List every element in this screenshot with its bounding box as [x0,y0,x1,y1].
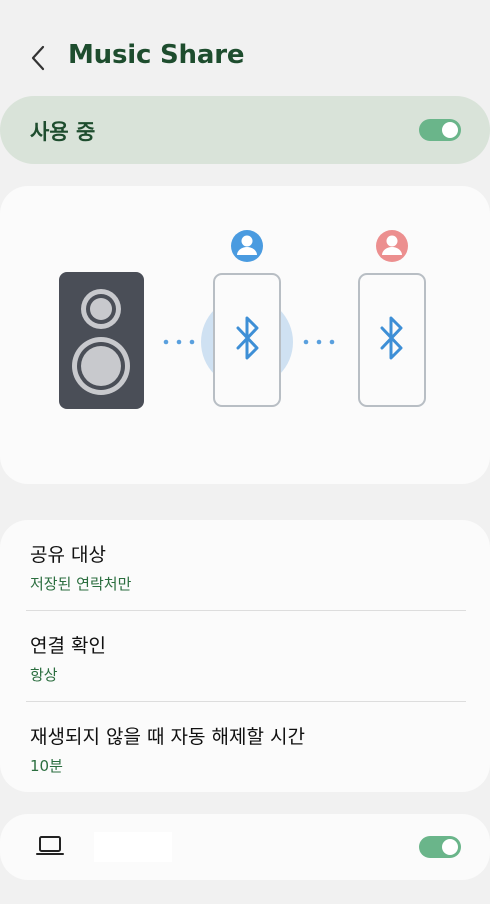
app-header: Music Share [0,0,490,96]
person-icon [376,230,408,262]
list-item-title: 재생되지 않을 때 자동 해제할 시간 [30,726,305,748]
list-item-value: 항상 [30,666,58,684]
device-name-redacted [94,832,172,862]
phone-bluetooth-icon [358,273,426,407]
person-icon [231,230,263,262]
list-item-value: 10분 [30,757,63,775]
master-switch-label: 사용 중 [30,120,96,144]
chevron-left-icon [31,45,45,71]
illustration-card [0,186,490,484]
settings-card: 공유 대상 저장된 연락처만 연결 확인 항상 재생되지 않을 때 자동 해제할… [0,520,490,792]
list-item-connection-confirm[interactable]: 연결 확인 항상 [0,611,490,701]
master-switch-row[interactable]: 사용 중 [0,96,490,164]
list-item-share-target[interactable]: 공유 대상 저장된 연락처만 [0,520,490,610]
share-illustration [59,230,426,409]
toggle-knob [442,839,458,855]
laptop-icon [36,836,64,855]
list-item-title: 연결 확인 [30,635,106,657]
device-toggle-switch[interactable] [419,836,461,858]
toggle-knob [442,122,458,138]
device-row[interactable] [0,814,490,880]
speaker-icon [59,272,144,409]
connection-dots-icon [163,339,195,345]
phone-bluetooth-icon [201,273,293,407]
list-item-value: 저장된 연락처만 [30,575,132,593]
list-item-title: 공유 대상 [30,544,106,566]
back-button[interactable] [26,44,50,72]
master-toggle-switch[interactable] [419,119,461,141]
list-item-auto-disconnect[interactable]: 재생되지 않을 때 자동 해제할 시간 10분 [0,702,490,792]
page-title: Music Share [68,40,245,70]
connection-dots-icon [303,339,335,345]
